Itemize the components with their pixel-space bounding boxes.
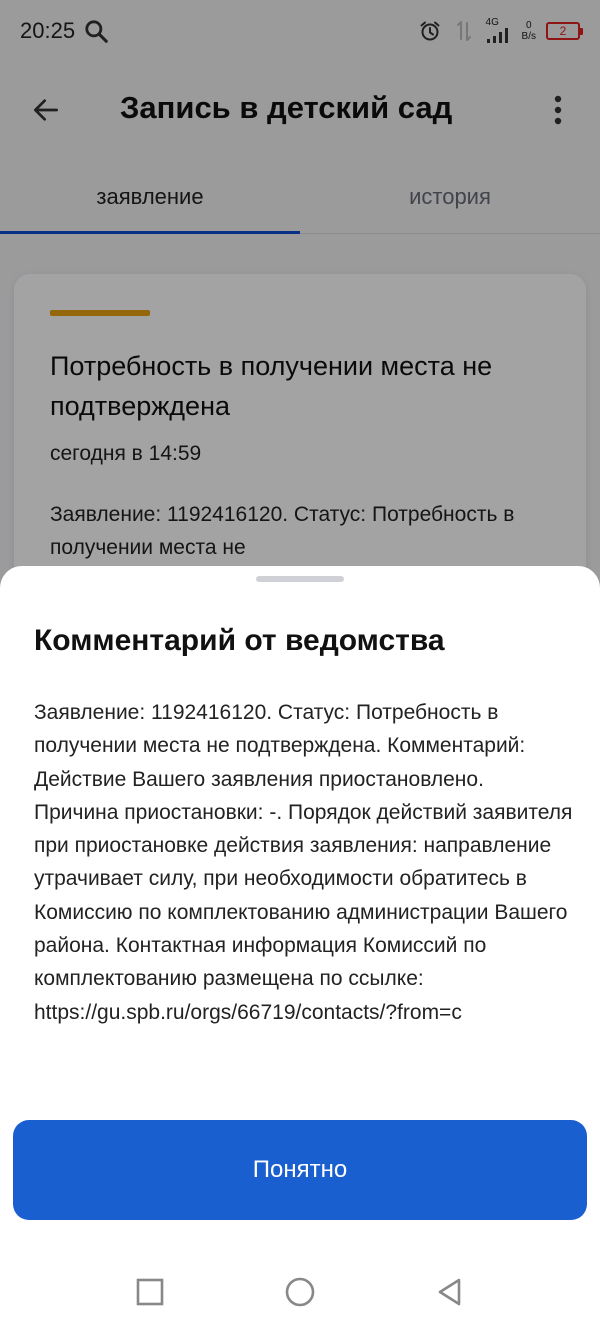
confirm-button[interactable]: Понятно bbox=[13, 1120, 587, 1220]
circle-icon[interactable] bbox=[282, 1274, 318, 1310]
bottom-sheet: Комментарий от ведомства Заявление: 1192… bbox=[0, 566, 600, 1332]
sheet-title: Комментарий от ведомства bbox=[34, 624, 445, 657]
triangle-back-icon[interactable] bbox=[432, 1274, 468, 1310]
system-nav-bar bbox=[0, 1252, 600, 1332]
sheet-drag-handle[interactable] bbox=[256, 576, 344, 582]
square-icon[interactable] bbox=[132, 1274, 168, 1310]
sheet-comment-text: Заявление: 1192416120. Статус: Потребнос… bbox=[34, 701, 573, 1024]
